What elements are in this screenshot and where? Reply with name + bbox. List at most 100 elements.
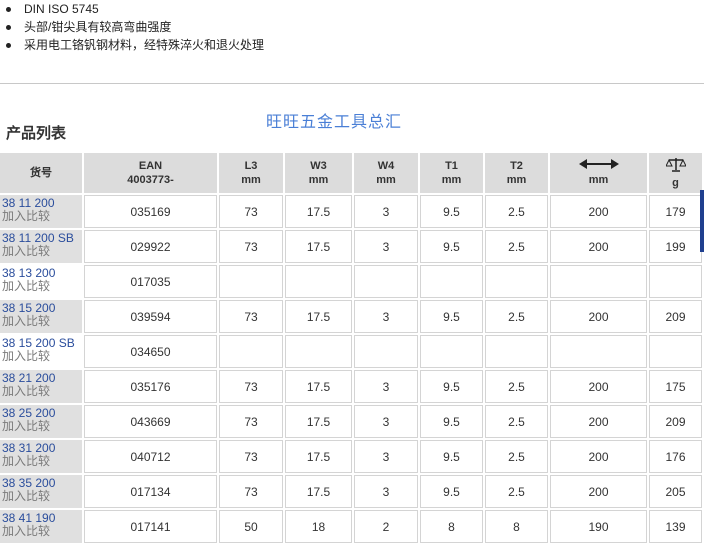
cell-w3: 17.5 <box>285 370 352 403</box>
cell-t1: 9.5 <box>420 300 483 333</box>
double-arrow-icon <box>578 159 619 169</box>
cell-l3: 73 <box>219 230 283 263</box>
cell-w3: 17.5 <box>285 195 352 228</box>
article-cell: 38 25 200 加入比较 <box>0 405 82 438</box>
feature-text: DIN ISO 5745 <box>24 2 99 16</box>
cell-t1: 9.5 <box>420 440 483 473</box>
cell-ean: 039594 <box>84 300 217 333</box>
cell-w3: 18 <box>285 510 352 543</box>
col-header-length[interactable]: mm <box>550 153 647 193</box>
article-cell: 38 11 200 加入比较 <box>0 195 82 228</box>
add-to-compare-link[interactable]: 加入比较 <box>2 455 82 468</box>
cell-ean: 035169 <box>84 195 217 228</box>
cell-t1: 9.5 <box>420 475 483 508</box>
cell-w4: 3 <box>354 440 418 473</box>
cell-w3 <box>285 265 352 298</box>
cell-w3: 17.5 <box>285 475 352 508</box>
cell-g: 199 <box>649 230 702 263</box>
add-to-compare-link[interactable]: 加入比较 <box>2 420 82 433</box>
article-cell: 38 35 200 加入比较 <box>0 475 82 508</box>
col-header-w3[interactable]: W3 mm <box>285 153 352 193</box>
cell-len <box>550 265 647 298</box>
cell-t1: 9.5 <box>420 230 483 263</box>
cell-w3: 17.5 <box>285 405 352 438</box>
table-row: 38 31 200 加入比较 040712 73 17.5 3 9.5 2.5 200 176 <box>0 440 702 473</box>
cell-t1 <box>420 265 483 298</box>
table-row: 38 11 200 加入比较 035169 73 17.5 3 9.5 2.5 200 179 <box>0 195 702 228</box>
add-to-compare-link[interactable]: 加入比较 <box>2 525 82 538</box>
cell-g: 209 <box>649 300 702 333</box>
feature-text: 采用电工铬钒钢材料，经特殊淬火和退火处理 <box>24 38 265 52</box>
cell-w3: 17.5 <box>285 440 352 473</box>
add-to-compare-link[interactable]: 加入比较 <box>2 350 82 363</box>
cell-g <box>649 335 702 368</box>
cell-len: 200 <box>550 440 647 473</box>
cell-t2: 2.5 <box>485 405 548 438</box>
table-row: 38 35 200 加入比较 017134 73 17.5 3 9.5 2.5 200 205 <box>0 475 702 508</box>
feature-item: DIN ISO 5745 <box>6 1 99 17</box>
cell-w4: 3 <box>354 300 418 333</box>
table-row: 38 21 200 加入比较 035176 73 17.5 3 9.5 2.5 200 175 <box>0 370 702 403</box>
cell-l3: 73 <box>219 475 283 508</box>
article-cell: 38 15 200 加入比较 <box>0 300 82 333</box>
col-header-w4[interactable]: W4 mm <box>354 153 418 193</box>
cell-l3: 73 <box>219 405 283 438</box>
cell-l3 <box>219 265 283 298</box>
table-row: 38 25 200 加入比较 043669 73 17.5 3 9.5 2.5 200 209 <box>0 405 702 438</box>
cell-l3 <box>219 335 283 368</box>
cell-w3 <box>285 335 352 368</box>
add-to-compare-link[interactable]: 加入比较 <box>2 315 82 328</box>
cell-t2: 2.5 <box>485 440 548 473</box>
article-cell: 38 15 200 SB 加入比较 <box>0 335 82 368</box>
col-header-weight[interactable]: g <box>649 153 702 193</box>
cell-w3: 17.5 <box>285 230 352 263</box>
col-header-ean[interactable]: EAN 4003773- <box>84 153 217 193</box>
cell-ean: 035176 <box>84 370 217 403</box>
add-to-compare-link[interactable]: 加入比较 <box>2 245 82 258</box>
col-header-l3[interactable]: L3 mm <box>219 153 283 193</box>
bullet-icon <box>6 7 11 12</box>
cell-t2: 2.5 <box>485 370 548 403</box>
cell-l3: 73 <box>219 300 283 333</box>
col-header-article[interactable]: 货号 <box>0 153 82 193</box>
cell-l3: 50 <box>219 510 283 543</box>
add-to-compare-link[interactable]: 加入比较 <box>2 280 82 293</box>
cell-w4: 3 <box>354 405 418 438</box>
cell-len: 200 <box>550 475 647 508</box>
shop-watermark: 旺旺五金工具总汇 <box>266 112 403 131</box>
cell-t2: 8 <box>485 510 548 543</box>
cell-len: 200 <box>550 370 647 403</box>
cell-len <box>550 335 647 368</box>
cell-t2: 2.5 <box>485 300 548 333</box>
table-row: 38 15 200 加入比较 039594 73 17.5 3 9.5 2.5 200 209 <box>0 300 702 333</box>
feature-text: 头部/钳尖具有较高弯曲强度 <box>24 20 172 34</box>
balance-scale-icon <box>664 156 687 172</box>
cell-len: 200 <box>550 405 647 438</box>
cell-w4 <box>354 335 418 368</box>
cell-w3: 17.5 <box>285 300 352 333</box>
table-row: 38 41 190 加入比较 017141 50 18 2 8 8 190 139 <box>0 510 702 543</box>
cell-w4 <box>354 265 418 298</box>
cell-len: 200 <box>550 300 647 333</box>
cell-g: 205 <box>649 475 702 508</box>
cell-t2 <box>485 335 548 368</box>
col-header-t1[interactable]: T1 mm <box>420 153 483 193</box>
add-to-compare-link[interactable]: 加入比较 <box>2 385 82 398</box>
cell-g: 176 <box>649 440 702 473</box>
cell-t1 <box>420 335 483 368</box>
table-row: 38 11 200 SB 加入比较 029922 73 17.5 3 9.5 2.5 200 19… <box>0 230 702 263</box>
cell-t2: 2.5 <box>485 195 548 228</box>
cell-ean: 040712 <box>84 440 217 473</box>
feature-item: 采用电工铬钒钢材料，经特殊淬火和退火处理 <box>6 37 265 53</box>
cell-w4: 3 <box>354 230 418 263</box>
scrollbar-edge[interactable] <box>700 190 704 252</box>
article-cell: 38 21 200 加入比较 <box>0 370 82 403</box>
cell-l3: 73 <box>219 195 283 228</box>
add-to-compare-link[interactable]: 加入比较 <box>2 490 82 503</box>
table-header-row: 货号 EAN 4003773- L3 mm W3 mm W4 mm T1 mm T2 mm … <box>0 153 702 193</box>
cell-t1: 9.5 <box>420 195 483 228</box>
cell-l3: 73 <box>219 440 283 473</box>
cell-ean: 043669 <box>84 405 217 438</box>
add-to-compare-link[interactable]: 加入比较 <box>2 210 82 223</box>
col-header-t2[interactable]: T2 mm <box>485 153 548 193</box>
